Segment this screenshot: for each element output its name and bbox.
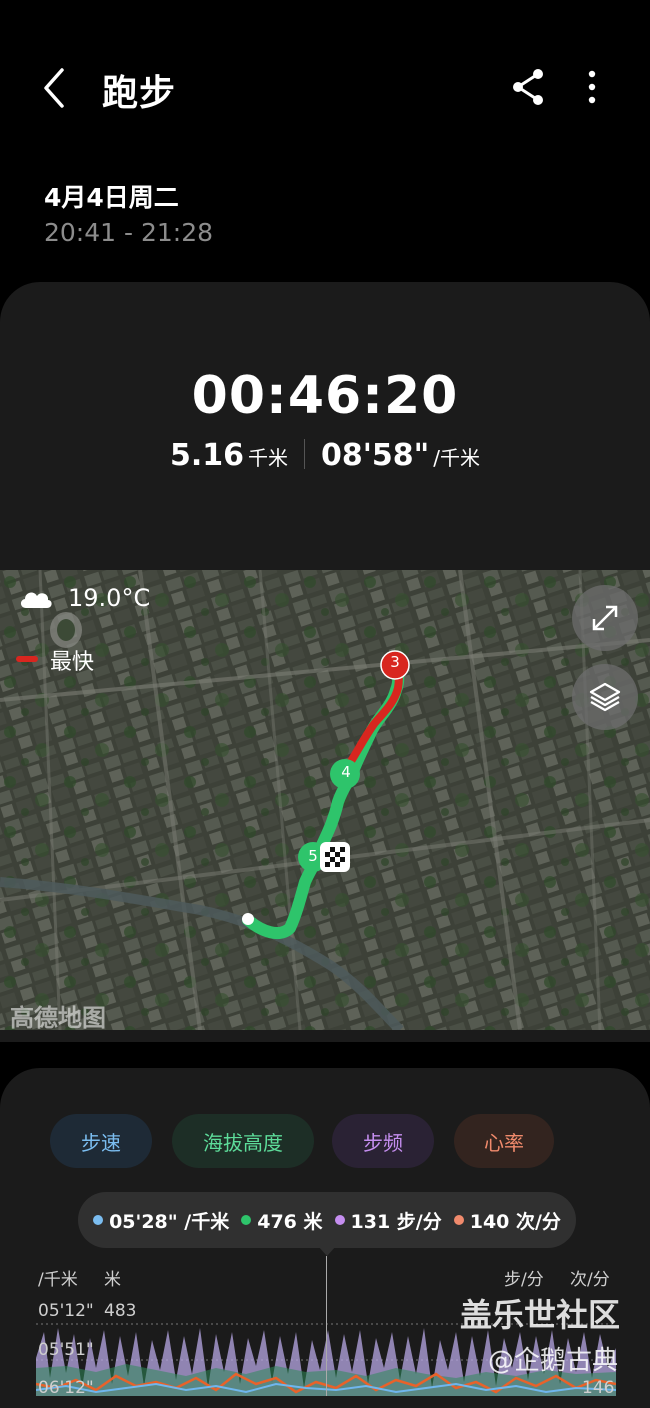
distance-unit: 千米 (247, 446, 288, 470)
km-marker-5: 5 (308, 847, 318, 865)
altitude-axis-unit: 米 (104, 1270, 121, 1290)
expand-map-button[interactable] (572, 585, 638, 651)
tab-pace[interactable]: 步速 (50, 1114, 152, 1168)
heart-rate-tick-label: 146 (582, 1378, 615, 1398)
share-icon (513, 69, 543, 105)
satellite-map (0, 570, 650, 1030)
pace-dot (93, 1215, 104, 1225)
map-layers-button[interactable] (572, 664, 638, 730)
pace-tick-label-2: 05'51" (38, 1340, 94, 1360)
distance-value: 5.16 (169, 438, 244, 473)
share-button[interactable] (506, 64, 550, 110)
session-date: 4月4日周二 (44, 183, 179, 212)
heart-rate-axis-unit: 次/分 (570, 1270, 610, 1290)
tooltip-altitude: 476 米 (257, 1210, 323, 1233)
back-button[interactable] (36, 62, 80, 114)
more-vertical-icon (588, 70, 596, 104)
more-options-button[interactable] (572, 64, 612, 110)
chevron-left-icon (44, 68, 64, 108)
temperature-label: 19.0°C (68, 584, 151, 612)
tab-altitude[interactable]: 海拔高度 (172, 1114, 314, 1168)
heart-rate-dot (453, 1215, 464, 1225)
pace-value: 08'58" (320, 438, 430, 473)
fastest-legend-label: 最快 (50, 650, 95, 675)
tooltip-cadence: 131 步/分 (350, 1210, 442, 1233)
km-marker-4: 4 (341, 763, 351, 781)
tab-heart-rate[interactable]: 心率 (454, 1114, 554, 1168)
tooltip-pace: 05'28" /千米 (109, 1210, 230, 1233)
cloud-icon (18, 586, 54, 614)
tooltip-caret (318, 1246, 336, 1256)
chart-cursor-line[interactable] (326, 1256, 327, 1396)
stats-divider (303, 439, 305, 469)
chart-tooltip: 05'28" /千米 476 米 131 步/分 140 次/分 (78, 1192, 576, 1248)
fastest-legend-swatch (16, 656, 38, 662)
page-title: 跑步 (102, 73, 177, 114)
community-watermark: 盖乐世社区 (460, 1296, 621, 1334)
cadence-axis-unit: 步/分 (504, 1270, 544, 1290)
author-watermark: @企鹅古典 (488, 1346, 619, 1376)
duration-value: 00:46:20 (191, 366, 459, 426)
tooltip-heart-rate: 140 次/分 (469, 1210, 561, 1233)
km-marker-3: 3 (390, 653, 400, 671)
pace-unit: /千米 (433, 446, 481, 470)
pace-axis-unit: /千米 (38, 1270, 78, 1290)
route-map[interactable] (0, 570, 650, 1030)
altitude-dot (241, 1215, 252, 1225)
distance-pace-stats: 5.16 千米 08'58"/千米 (0, 438, 650, 473)
pace-tick-label-3: 06'12" (38, 1378, 94, 1398)
cadence-dot (334, 1215, 345, 1225)
layers-icon (589, 682, 621, 712)
session-time-range: 20:41 - 21:28 (44, 218, 214, 247)
tab-cadence[interactable]: 步频 (332, 1114, 434, 1168)
amap-watermark: 高德地图 (10, 1004, 106, 1032)
expand-icon (592, 605, 618, 631)
